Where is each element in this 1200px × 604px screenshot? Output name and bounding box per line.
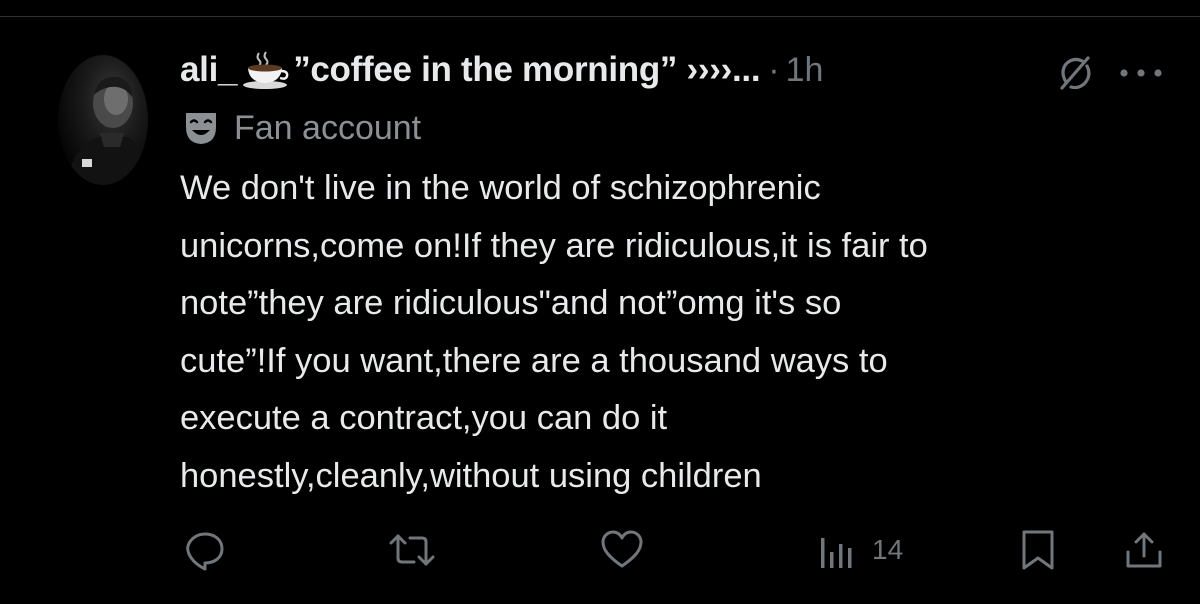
reply-button[interactable] [183, 522, 227, 578]
reply-icon [186, 532, 224, 571]
post-text-line: honestly,cleanly,without using children [180, 456, 762, 495]
display-name-suffix[interactable]: ”coffee in the morning” ››››... [293, 50, 760, 90]
share-button[interactable] [1122, 522, 1166, 578]
share-icon [1126, 532, 1162, 568]
post-time[interactable]: 1h [786, 51, 824, 90]
bookmark-icon [1022, 530, 1054, 570]
label-text: Fan account [234, 108, 422, 147]
separator-dot: · [768, 50, 780, 89]
repost-button[interactable] [386, 522, 438, 578]
heart-icon [601, 530, 643, 568]
action-bar: 14 [0, 522, 1200, 582]
display-name-prefix[interactable]: ali_ [180, 50, 237, 90]
avatar[interactable] [58, 55, 148, 185]
post-header: ali_ ”coffee in the morning” ››››... · 1… [180, 42, 823, 98]
top-divider [0, 16, 1200, 17]
views-icon [821, 538, 852, 568]
like-button[interactable] [599, 522, 645, 578]
affiliate-label: Fan account [182, 104, 421, 152]
repost-icon [389, 534, 435, 566]
coffee-cup-icon [241, 50, 289, 90]
grok-icon[interactable] [1054, 52, 1096, 94]
avatar-portrait [68, 76, 148, 185]
post-text-line: unicorns,come on!If they are ridiculous,… [180, 226, 928, 265]
views-count: 14 [872, 534, 904, 565]
post-text-line: cute”!If you want,there are a thousand w… [180, 341, 888, 380]
post-text-line: note”they are ridiculous"and not”omg it'… [180, 284, 842, 322]
post-text-line: execute a contract,you can do it [180, 399, 668, 437]
bookmark-button[interactable] [1018, 522, 1058, 578]
theater-mask-icon [182, 109, 220, 147]
more-icon[interactable] [1116, 58, 1166, 88]
views-button[interactable]: 14 [818, 522, 903, 578]
post-text: We don't live in the world of schizophre… [180, 160, 1180, 505]
post-text-line: We don't live in the world of schizophre… [180, 169, 821, 207]
